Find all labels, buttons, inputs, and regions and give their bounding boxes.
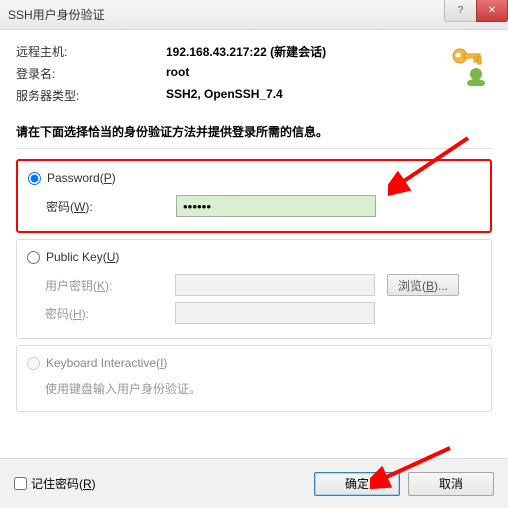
passphrase-label: 密码(H): xyxy=(45,305,175,322)
separator xyxy=(16,148,492,149)
publickey-group: Public Key(U) 用户密钥(K): 浏览(B)... 密码(H): xyxy=(16,239,492,339)
server-type-value: SSH2, OpenSSH_7.4 xyxy=(166,87,283,104)
keyboard-group: Keyboard Interactive(I) 使用键盘输入用户身份验证。 xyxy=(16,345,492,412)
remember-label: 记住密码(R) xyxy=(31,475,96,492)
password-radio-label: Password(P) xyxy=(47,171,116,185)
login-label: 登录名: xyxy=(16,65,166,82)
server-type-label: 服务器类型: xyxy=(16,87,166,104)
remote-host-label: 远程主机: xyxy=(16,43,166,60)
remember-password[interactable]: 记住密码(R) xyxy=(14,475,96,492)
cancel-button[interactable]: 取消 xyxy=(408,472,494,496)
password-field-label: 密码(W): xyxy=(46,198,176,215)
window-title: SSH用户身份验证 xyxy=(8,6,105,23)
keyboard-radio-label: Keyboard Interactive(I) xyxy=(46,356,167,370)
content-area: 远程主机: 192.168.43.217:22 (新建会话) 登录名: root… xyxy=(0,30,508,426)
remote-host-value: 192.168.43.217:22 (新建会话) xyxy=(166,43,326,60)
keyboard-radio xyxy=(27,357,40,370)
userkey-label: 用户密钥(K): xyxy=(45,277,175,294)
close-button[interactable]: ✕ xyxy=(476,0,508,22)
key-user-icon xyxy=(444,38,492,86)
instruction-text: 请在下面选择恰当的身份验证方法并提供登录所需的信息。 xyxy=(16,123,492,140)
window-buttons: ? ✕ xyxy=(444,0,508,22)
help-button[interactable]: ? xyxy=(444,0,476,22)
remember-checkbox[interactable] xyxy=(14,477,27,490)
password-input[interactable] xyxy=(176,195,376,217)
footer-bar: 记住密码(R) 确定 取消 xyxy=(0,458,508,508)
passphrase-input xyxy=(175,302,375,324)
login-value: root xyxy=(166,65,189,82)
password-group: Password(P) 密码(W): xyxy=(16,159,492,233)
browse-button: 浏览(B)... xyxy=(387,274,459,296)
userkey-input xyxy=(175,274,375,296)
keyboard-hint: 使用键盘输入用户身份验证。 xyxy=(45,380,481,397)
ok-button[interactable]: 确定 xyxy=(314,472,400,496)
title-bar: SSH用户身份验证 ? ✕ xyxy=(0,0,508,30)
publickey-radio[interactable] xyxy=(27,251,40,264)
connection-info: 远程主机: 192.168.43.217:22 (新建会话) 登录名: root… xyxy=(16,38,492,109)
password-radio[interactable] xyxy=(28,172,41,185)
publickey-radio-label: Public Key(U) xyxy=(46,250,119,264)
